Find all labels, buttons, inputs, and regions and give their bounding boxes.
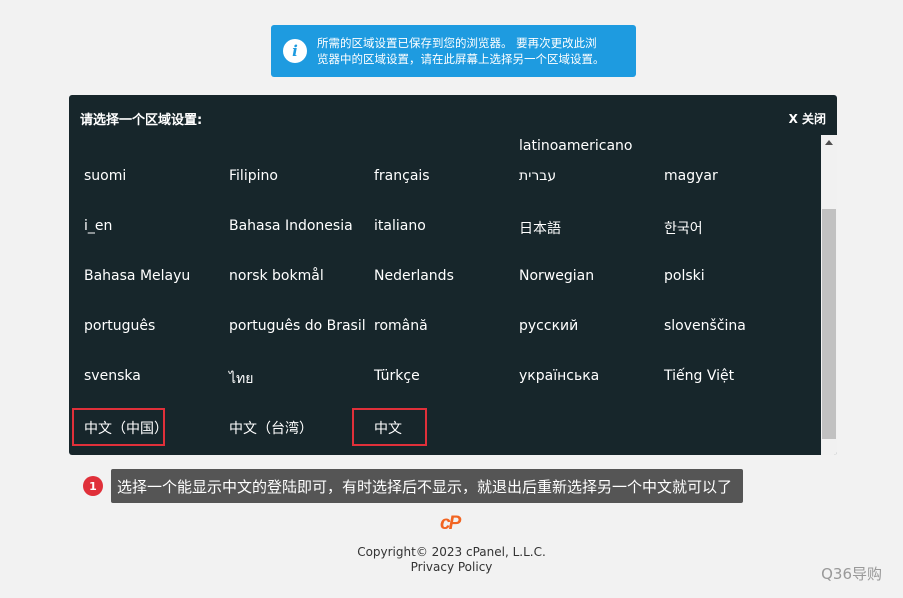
notice-line-1: 所需的区域设置已保存到您的浏览器。 要再次更改此浏	[317, 36, 597, 50]
language-option[interactable]: română	[374, 318, 428, 334]
locale-saved-notice: i 所需的区域设置已保存到您的浏览器。 要再次更改此浏 览器中的区域设置，请在此…	[271, 25, 636, 77]
language-option[interactable]: slovenščina	[664, 318, 746, 334]
close-button[interactable]: X 关闭	[789, 110, 826, 127]
dialog-header: 请选择一个区域设置: X 关闭	[69, 95, 837, 135]
language-option[interactable]: עברית	[519, 168, 556, 184]
language-option[interactable]: Türkçe	[374, 368, 420, 384]
notice-line-2: 览器中的区域设置，请在此屏幕上选择另一个区域设置。	[317, 52, 605, 66]
language-option[interactable]: português	[84, 318, 155, 334]
language-option[interactable]: 中文	[374, 418, 402, 438]
privacy-policy-link[interactable]: Privacy Policy	[0, 560, 903, 574]
language-option[interactable]: 中文（台湾）	[229, 418, 313, 438]
language-option-partial[interactable]: ·	[663, 135, 667, 139]
notice-text: 所需的区域设置已保存到您的浏览器。 要再次更改此浏 览器中的区域设置，请在此屏幕…	[317, 35, 605, 67]
language-option-partial[interactable]: ·	[373, 135, 377, 139]
watermark: Q36导购	[821, 565, 882, 583]
language-option[interactable]: ไทย	[229, 368, 253, 390]
language-option[interactable]: 日本語	[519, 218, 561, 238]
language-option[interactable]: 한국어	[664, 218, 703, 238]
locale-dialog: 请选择一个区域设置: X 关闭 · · · · latinoamericanos…	[69, 95, 837, 455]
instruction-text: 选择一个能显示中文的登陆即可，有时选择后不显示，就退出后重新选择另一个中文就可以…	[111, 469, 744, 503]
language-option[interactable]: svenska	[84, 368, 141, 384]
language-option[interactable]: français	[374, 168, 430, 184]
language-option[interactable]: Tiếng Việt	[664, 368, 734, 384]
language-option[interactable]: русский	[519, 318, 578, 334]
language-option[interactable]: polski	[664, 268, 705, 284]
language-option[interactable]: norsk bokmål	[229, 268, 324, 284]
language-option[interactable]: Nederlands	[374, 268, 454, 284]
language-option[interactable]: Filipino	[229, 168, 278, 184]
language-option[interactable]: українська	[519, 368, 599, 384]
language-option[interactable]: italiano	[374, 218, 426, 234]
dialog-title: 请选择一个区域设置:	[80, 112, 203, 128]
language-option[interactable]: Bahasa Indonesia	[229, 218, 353, 234]
language-option[interactable]: 中文（中国）	[84, 418, 168, 438]
step-number-badge: 1	[83, 476, 103, 496]
language-option[interactable]: Norwegian	[519, 268, 594, 284]
language-list: · · · · latinoamericanosuomiFilipinofran…	[69, 135, 821, 455]
scroll-thumb[interactable]	[822, 209, 836, 439]
language-option[interactable]: magyar	[664, 168, 718, 184]
language-option[interactable]: suomi	[84, 168, 126, 184]
language-option[interactable]: Bahasa Melayu	[84, 268, 190, 284]
copyright-text: Copyright© 2023 cPanel, L.L.C.	[357, 545, 546, 559]
language-option[interactable]: latinoamericano	[519, 138, 632, 154]
language-list-scrollbar[interactable]	[821, 135, 837, 455]
instruction-annotation: 1 选择一个能显示中文的登陆即可，有时选择后不显示，就退出后重新选择另一个中文就…	[83, 469, 744, 503]
scroll-up-arrow-icon[interactable]	[821, 135, 837, 149]
cpanel-logo: cP	[440, 513, 461, 534]
info-icon: i	[283, 39, 307, 63]
language-option[interactable]: português do Brasil	[229, 318, 366, 334]
language-option[interactable]: i_en	[84, 218, 112, 234]
language-option-partial[interactable]: ·	[749, 135, 753, 139]
